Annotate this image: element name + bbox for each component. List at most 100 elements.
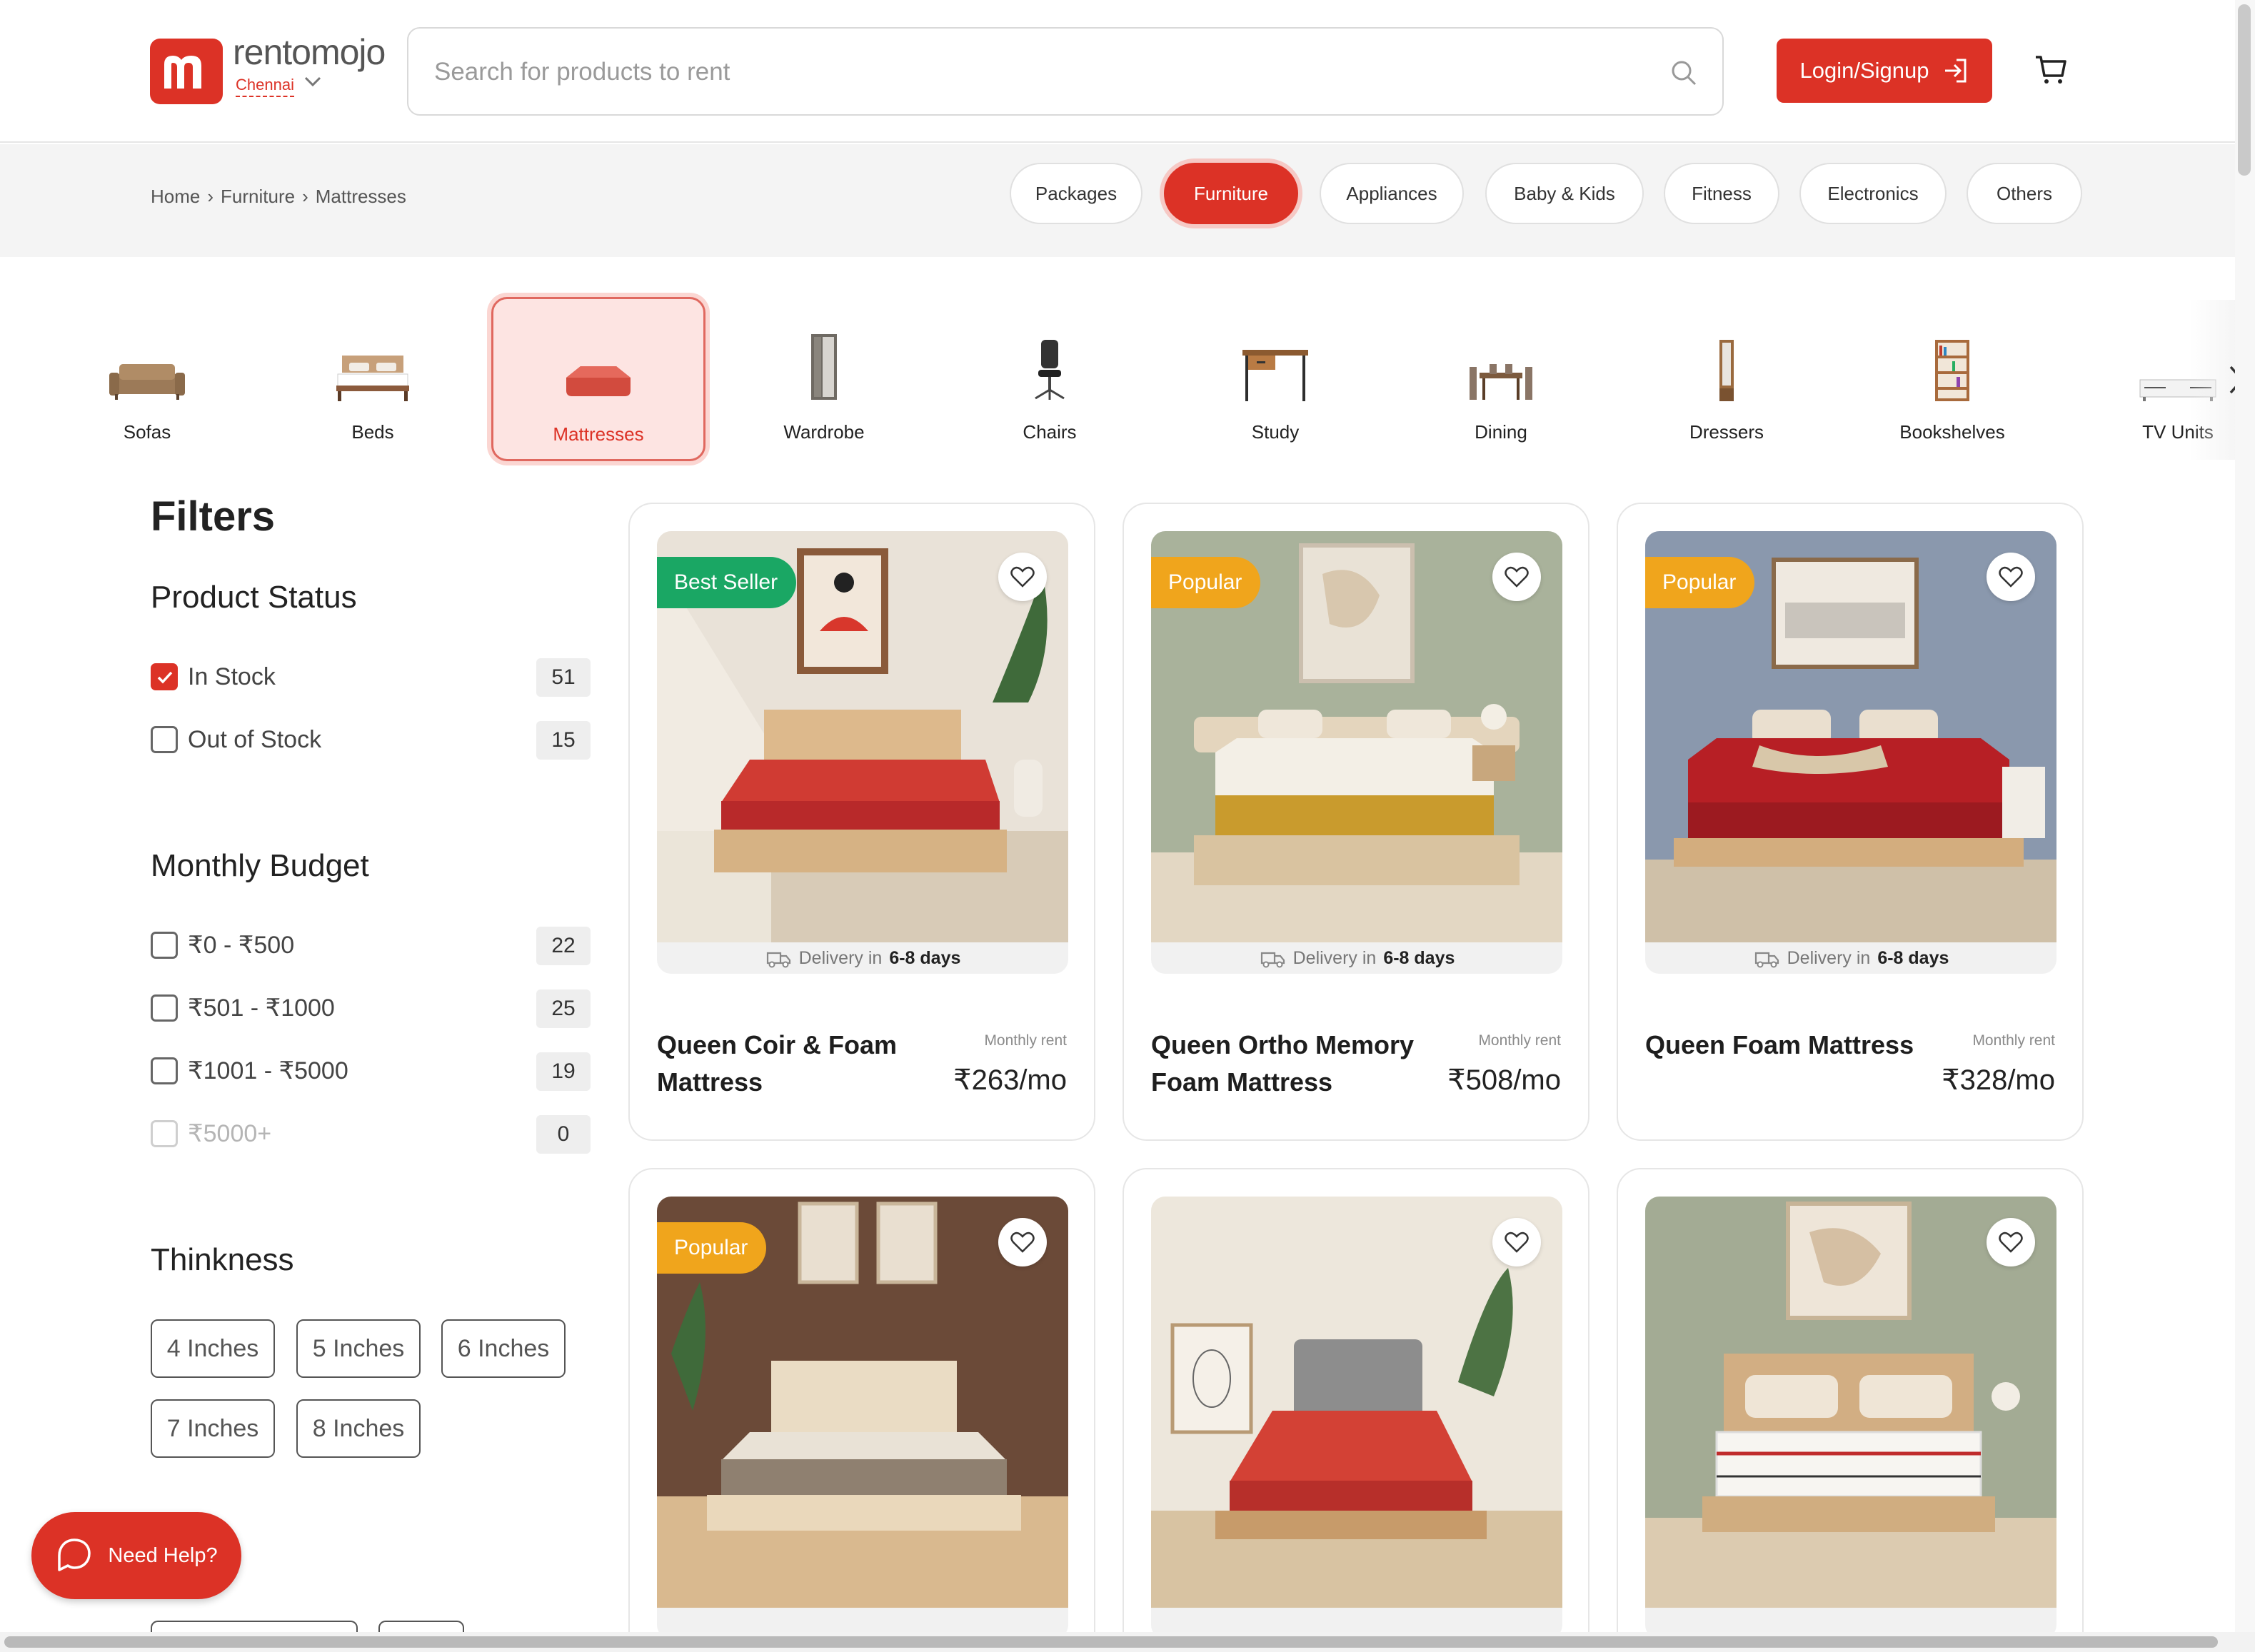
filter-budget-501-1000[interactable]: ₹501 - ₹1000 25	[151, 988, 591, 1028]
chat-support-icon	[58, 1538, 91, 1571]
subcategory-bookshelves[interactable]: Bookshelves	[1845, 297, 2059, 461]
subcategory-label: Mattresses	[553, 423, 644, 445]
delivery-days: 6-8 days	[1383, 947, 1455, 968]
subcategory-dressers[interactable]: Dressers	[1619, 297, 1834, 461]
login-signup-button[interactable]: Login/Signup	[1777, 39, 1992, 103]
wishlist-heart-icon[interactable]	[1987, 553, 2035, 601]
check-icon	[157, 671, 173, 684]
filter-budget-0-500[interactable]: ₹0 - ₹500 22	[151, 925, 591, 965]
checkbox[interactable]	[151, 932, 178, 959]
thickness-chip-7[interactable]: 7 Inches	[151, 1399, 275, 1458]
category-pill-furniture[interactable]: Furniture	[1164, 163, 1298, 224]
rentomojo-logo-icon[interactable]	[150, 39, 223, 104]
cart-icon[interactable]	[2034, 53, 2068, 87]
vertical-scrollbar[interactable]	[2235, 0, 2255, 1635]
subcategory-study[interactable]: Study	[1168, 297, 1382, 461]
thickness-chip-6[interactable]: 6 Inches	[441, 1319, 566, 1378]
chevron-down-icon[interactable]	[303, 74, 323, 89]
search-input[interactable]	[434, 50, 1634, 94]
filter-count: 15	[536, 721, 591, 760]
price-unit: /mo	[1513, 1064, 1561, 1096]
checkbox[interactable]	[151, 1057, 178, 1084]
product-card[interactable]: Popular	[628, 1168, 1095, 1652]
monthly-rent-label: Monthly rent	[984, 1032, 1067, 1049]
breadcrumb-mattresses: Mattresses	[315, 186, 406, 207]
city-selector[interactable]: Chennai	[236, 76, 294, 97]
study-table-icon	[1240, 317, 1311, 403]
product-tag: Popular	[1645, 557, 1755, 608]
subcategory-sofas[interactable]: Sofas	[40, 297, 254, 461]
product-image-area[interactable]: Popular Delivery in 6-8 days	[1151, 531, 1562, 974]
subcategory-label: Bookshelves	[1899, 421, 2005, 443]
bed-icon	[333, 317, 412, 403]
category-pill-packages[interactable]: Packages	[1010, 163, 1142, 224]
product-status-title: Product Status	[151, 580, 357, 615]
search-icon[interactable]	[1669, 59, 1698, 87]
product-name[interactable]: Queen Coir & Foam Mattress	[657, 1027, 928, 1101]
wishlist-heart-icon[interactable]	[998, 553, 1047, 601]
monthly-budget-title: Monthly Budget	[151, 848, 369, 883]
product-image-area[interactable]: Popular	[657, 1197, 1068, 1639]
delivery-prefix: Delivery in	[1787, 947, 1871, 968]
wishlist-heart-icon[interactable]	[1492, 553, 1541, 601]
product-card[interactable]: Popular Delivery in 6-8 days Queen Ortho …	[1123, 503, 1589, 1141]
checkbox	[151, 1120, 178, 1147]
product-name[interactable]: Queen Foam Mattress	[1645, 1027, 1917, 1064]
category-pill-baby-kids[interactable]: Baby & Kids	[1485, 163, 1644, 224]
breadcrumb-home[interactable]: Home	[151, 186, 200, 208]
subcategory-label: Chairs	[1023, 421, 1077, 443]
category-pill-others[interactable]: Others	[1967, 163, 2082, 224]
monthly-rent-label: Monthly rent	[1478, 1032, 1561, 1049]
product-card[interactable]	[1123, 1168, 1589, 1652]
wishlist-heart-icon[interactable]	[1987, 1218, 2035, 1266]
product-tag: Popular	[657, 1222, 767, 1274]
product-image-area[interactable]: Popular Delivery in 6-8 days	[1645, 531, 2056, 974]
wishlist-heart-icon[interactable]	[1492, 1218, 1541, 1266]
filter-label: ₹501 - ₹1000	[188, 994, 335, 1022]
filter-count: 51	[536, 658, 591, 697]
checkbox[interactable]	[151, 994, 178, 1022]
filter-in-stock[interactable]: In Stock 51	[151, 657, 591, 697]
thickness-chip-5[interactable]: 5 Inches	[296, 1319, 421, 1378]
need-help-label: Need Help?	[108, 1543, 218, 1567]
checkbox[interactable]	[151, 663, 178, 690]
delivery-days: 6-8 days	[1877, 947, 1949, 968]
horizontal-scrollbar-thumb[interactable]	[4, 1636, 2218, 1648]
checkbox[interactable]	[151, 726, 178, 753]
vertical-scrollbar-thumb[interactable]	[2238, 4, 2251, 176]
filter-out-of-stock[interactable]: Out of Stock 15	[151, 720, 591, 760]
login-label: Login/Signup	[1799, 58, 1929, 83]
product-card[interactable]	[1617, 1168, 2084, 1652]
thickness-chip-8[interactable]: 8 Inches	[296, 1399, 421, 1458]
product-name[interactable]: Queen Ortho Memory Foam Mattress	[1151, 1027, 1422, 1101]
wishlist-heart-icon[interactable]	[998, 1218, 1047, 1266]
product-image-area[interactable]	[1645, 1197, 2056, 1639]
subcategory-wardrobe[interactable]: Wardrobe	[717, 297, 931, 461]
thickness-chip-4[interactable]: 4 Inches	[151, 1319, 275, 1378]
category-pill-appliances[interactable]: Appliances	[1320, 163, 1464, 224]
filter-count: 22	[536, 927, 591, 965]
chair-icon	[1028, 317, 1071, 403]
filter-label: In Stock	[188, 663, 276, 690]
breadcrumb-furniture[interactable]: Furniture	[221, 186, 295, 208]
search-bar	[407, 27, 1724, 116]
subcategory-label: Beds	[351, 421, 394, 443]
subcategory-label: Dining	[1475, 421, 1527, 443]
category-pill-electronics[interactable]: Electronics	[1799, 163, 1947, 224]
subcategory-dining[interactable]: Dining	[1394, 297, 1608, 461]
subcategory-chairs[interactable]: Chairs	[943, 297, 1157, 461]
product-card[interactable]: Best Seller Delivery in 6-8 days Queen Co…	[628, 503, 1095, 1141]
login-icon	[1944, 59, 1966, 83]
category-pill-fitness[interactable]: Fitness	[1664, 163, 1779, 224]
need-help-button[interactable]: Need Help?	[31, 1512, 241, 1599]
product-card[interactable]: Popular Delivery in 6-8 days Queen Foam M…	[1617, 503, 2084, 1141]
subcategory-mattresses[interactable]: Mattresses	[491, 297, 705, 461]
subcategory-beds[interactable]: Beds	[266, 297, 480, 461]
brand-name[interactable]: rentomojo	[233, 31, 386, 73]
site-header: rentomojo Chennai Login/Signup	[0, 0, 2255, 143]
price-value: ₹328	[1942, 1064, 2008, 1096]
chevron-right-icon: ›	[302, 186, 308, 207]
filter-budget-1001-5000[interactable]: ₹1001 - ₹5000 19	[151, 1051, 591, 1091]
product-image-area[interactable]	[1151, 1197, 1562, 1639]
product-image-area[interactable]: Best Seller Delivery in 6-8 days	[657, 531, 1068, 974]
